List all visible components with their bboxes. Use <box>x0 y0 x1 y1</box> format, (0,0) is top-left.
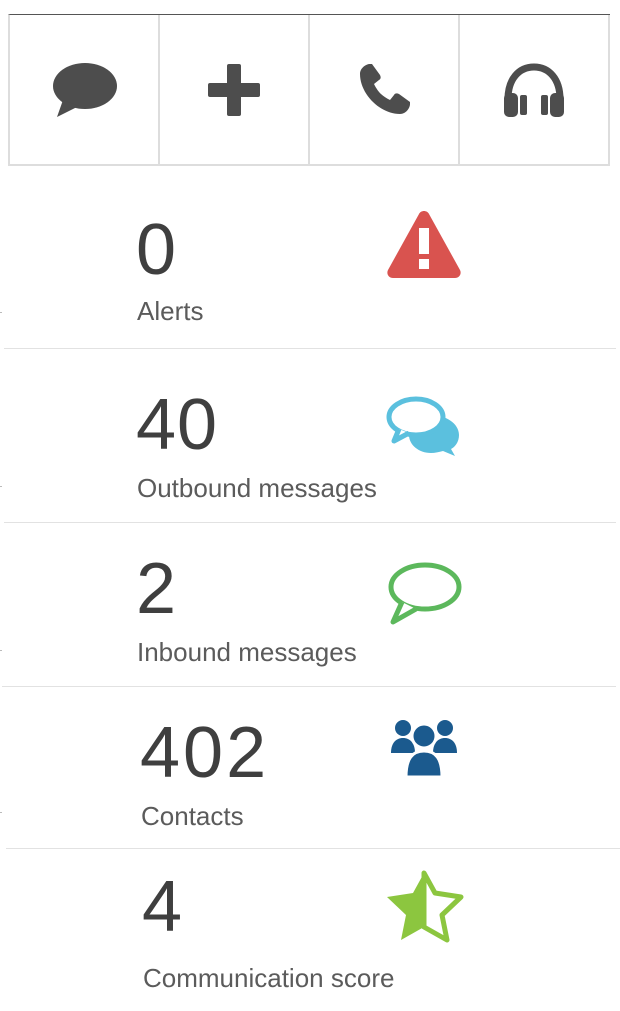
stat-alerts[interactable]: 0 Alerts <box>0 176 620 348</box>
edge-mark <box>0 812 2 813</box>
stat-communication-score[interactable]: 4 Communication score <box>0 849 620 1011</box>
score-label: Communication score <box>143 963 395 993</box>
contacts-count: 402 <box>140 713 270 793</box>
outbound-count: 40 <box>136 385 219 465</box>
speech-bubble-outline-icon <box>388 562 462 625</box>
action-toolbar <box>8 14 610 166</box>
alerts-count: 0 <box>136 210 178 290</box>
alerts-label: Alerts <box>137 296 204 326</box>
message-button[interactable] <box>10 15 160 164</box>
stat-outbound-messages[interactable]: 40 Outbound messages <box>0 349 620 522</box>
half-star-icon <box>387 870 464 943</box>
contacts-label: Contacts <box>141 801 244 831</box>
plus-icon <box>208 63 260 116</box>
outbound-label: Outbound messages <box>137 473 377 503</box>
users-icon <box>391 720 457 779</box>
headphones-icon <box>504 62 564 117</box>
chat-bubbles-icon <box>386 396 459 456</box>
inbound-count: 2 <box>136 549 178 629</box>
stat-inbound-messages[interactable]: 2 Inbound messages <box>0 523 620 686</box>
call-button[interactable] <box>310 15 460 164</box>
speech-bubble-icon <box>53 62 117 117</box>
phone-icon <box>360 63 410 114</box>
add-button[interactable] <box>160 15 310 164</box>
stat-contacts[interactable]: 402 Contacts <box>0 687 620 848</box>
support-button[interactable] <box>460 15 610 164</box>
edge-mark <box>0 486 2 487</box>
inbound-label: Inbound messages <box>137 637 357 667</box>
score-value: 4 <box>142 867 184 947</box>
warning-icon <box>387 211 461 278</box>
edge-mark <box>0 650 2 651</box>
edge-mark <box>0 312 2 313</box>
